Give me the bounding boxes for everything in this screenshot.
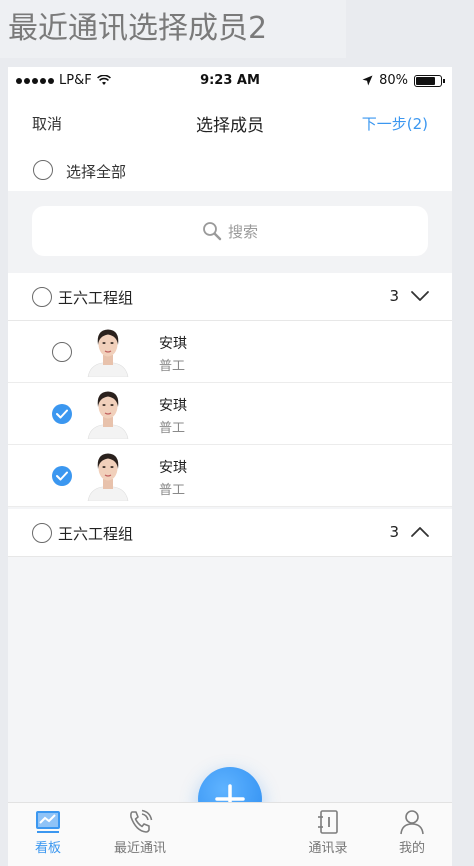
chevron-up-icon[interactable] <box>410 526 430 538</box>
status-bar: LP&F 9:23 AM 80% <box>8 67 452 95</box>
tab-label: 我的 <box>398 841 425 856</box>
group-row[interactable]: 王六工程组 3 <box>8 509 452 557</box>
checkmark-icon <box>56 409 68 419</box>
tab-profile[interactable]: 我的 <box>394 807 430 856</box>
tab-label: 最近通讯 <box>113 841 166 856</box>
tab-dashboard[interactable]: 看板 <box>30 807 66 856</box>
member-name: 安琪 <box>159 336 187 352</box>
member-row[interactable]: 安琪 普工 <box>8 383 452 445</box>
select-all-label: 选择全部 <box>66 163 127 181</box>
search-area: 搜索 <box>8 191 452 273</box>
group-select-radio[interactable] <box>32 287 52 307</box>
member-name: 安琪 <box>159 398 187 414</box>
tab-recent-calls[interactable]: 最近通讯 <box>108 807 172 856</box>
user-icon <box>400 810 424 835</box>
group-name: 王六工程组 <box>58 525 134 543</box>
group-row[interactable]: 王六工程组 3 <box>8 273 452 321</box>
group-name: 王六工程组 <box>58 289 134 307</box>
battery-icon <box>414 74 445 87</box>
tab-bar: 看板 最近通讯 通讯录 我的 <box>8 802 452 866</box>
member-select-radio[interactable] <box>52 342 72 362</box>
member-row[interactable]: 安琪 普工 <box>8 321 452 383</box>
tab-label: 看板 <box>34 841 61 856</box>
group-member-count: 3 <box>389 523 399 541</box>
contacts-book-icon <box>318 810 338 834</box>
next-step-button[interactable]: 下一步(2) <box>362 113 428 134</box>
chevron-down-icon[interactable] <box>410 290 430 302</box>
tab-label: 通讯录 <box>308 841 348 856</box>
checkmark-icon <box>56 471 68 481</box>
member-select-radio-checked[interactable] <box>52 466 72 486</box>
tab-contacts[interactable]: 通讯录 <box>304 807 352 856</box>
avatar <box>84 327 132 377</box>
phone-screen: LP&F 9:23 AM 80% 取消 选择成员 下一步(2) 选择全部 搜索 … <box>8 67 452 866</box>
member-name: 安琪 <box>159 460 187 476</box>
search-input[interactable]: 搜索 <box>32 206 428 256</box>
avatar <box>84 389 132 439</box>
member-select-radio-checked[interactable] <box>52 404 72 424</box>
select-all-row[interactable]: 选择全部 <box>8 149 452 191</box>
battery-percent: 80% <box>379 73 408 88</box>
dashboard-icon <box>36 811 60 833</box>
location-arrow-icon <box>362 75 373 86</box>
member-role: 普工 <box>159 421 186 436</box>
group-select-radio[interactable] <box>32 523 52 543</box>
member-role: 普工 <box>159 483 186 498</box>
search-icon <box>203 222 222 241</box>
avatar <box>84 451 132 501</box>
member-role: 普工 <box>159 359 186 374</box>
member-row[interactable]: 安琪 普工 <box>8 445 452 507</box>
select-all-radio[interactable] <box>33 160 53 180</box>
phone-icon <box>130 809 153 833</box>
search-placeholder: 搜索 <box>227 222 258 241</box>
group-member-count: 3 <box>389 287 399 305</box>
nav-bar: 取消 选择成员 下一步(2) <box>8 95 452 149</box>
artboard-title: 最近通讯选择成员2 <box>0 0 346 58</box>
